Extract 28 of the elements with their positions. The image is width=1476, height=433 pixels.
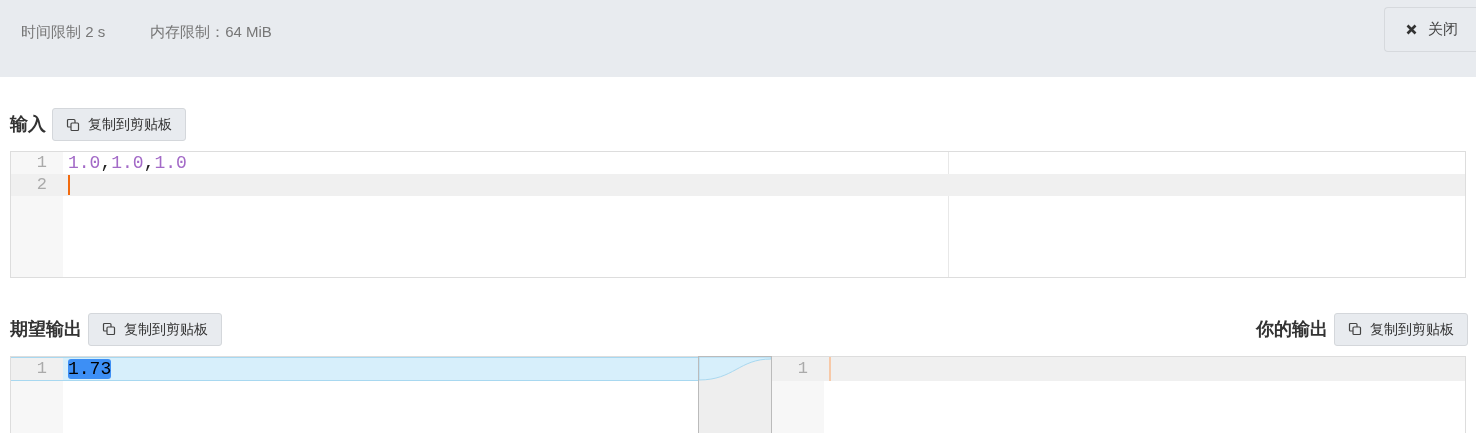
code-editor[interactable]: 1 1.0,1.0,1.0 2 xyxy=(10,151,1466,278)
section-label: 你的输出 xyxy=(1256,317,1328,341)
memory-limit: 内存限制：64 MiB xyxy=(150,22,272,42)
text-cursor xyxy=(829,357,831,381)
copy-button[interactable]: 复制到剪贴板 xyxy=(1334,312,1468,346)
copy-button[interactable]: 复制到剪贴板 xyxy=(88,312,222,346)
close-button[interactable]: 关闭 xyxy=(1384,7,1476,52)
line-number: 1 xyxy=(11,358,63,380)
copy-icon xyxy=(102,322,116,336)
diff-connector-drawing xyxy=(699,357,771,381)
time-limit: 时间限制 2 s xyxy=(21,22,106,42)
code-text: 1.73 xyxy=(68,359,112,379)
code-token: 1.0 xyxy=(111,152,144,174)
section-label: 输入 xyxy=(10,113,46,136)
line-number: 1 xyxy=(796,358,809,380)
text-cursor xyxy=(68,175,70,195)
copy-button[interactable]: 复制到剪贴板 xyxy=(52,108,186,141)
expected-output-pane[interactable]: 1 1.73 xyxy=(10,356,698,433)
copy-icon xyxy=(66,117,80,132)
copy-icon xyxy=(1348,322,1362,336)
line-number: 2 xyxy=(35,174,48,196)
code-token: 1.0 xyxy=(154,152,187,174)
code-token: , xyxy=(100,152,112,174)
section-label: 期望输出 xyxy=(10,317,82,341)
close-icon xyxy=(1406,24,1417,35)
line-number: 1 xyxy=(35,152,48,174)
code-token: 1.0 xyxy=(68,152,101,174)
code-token: , xyxy=(143,152,155,174)
